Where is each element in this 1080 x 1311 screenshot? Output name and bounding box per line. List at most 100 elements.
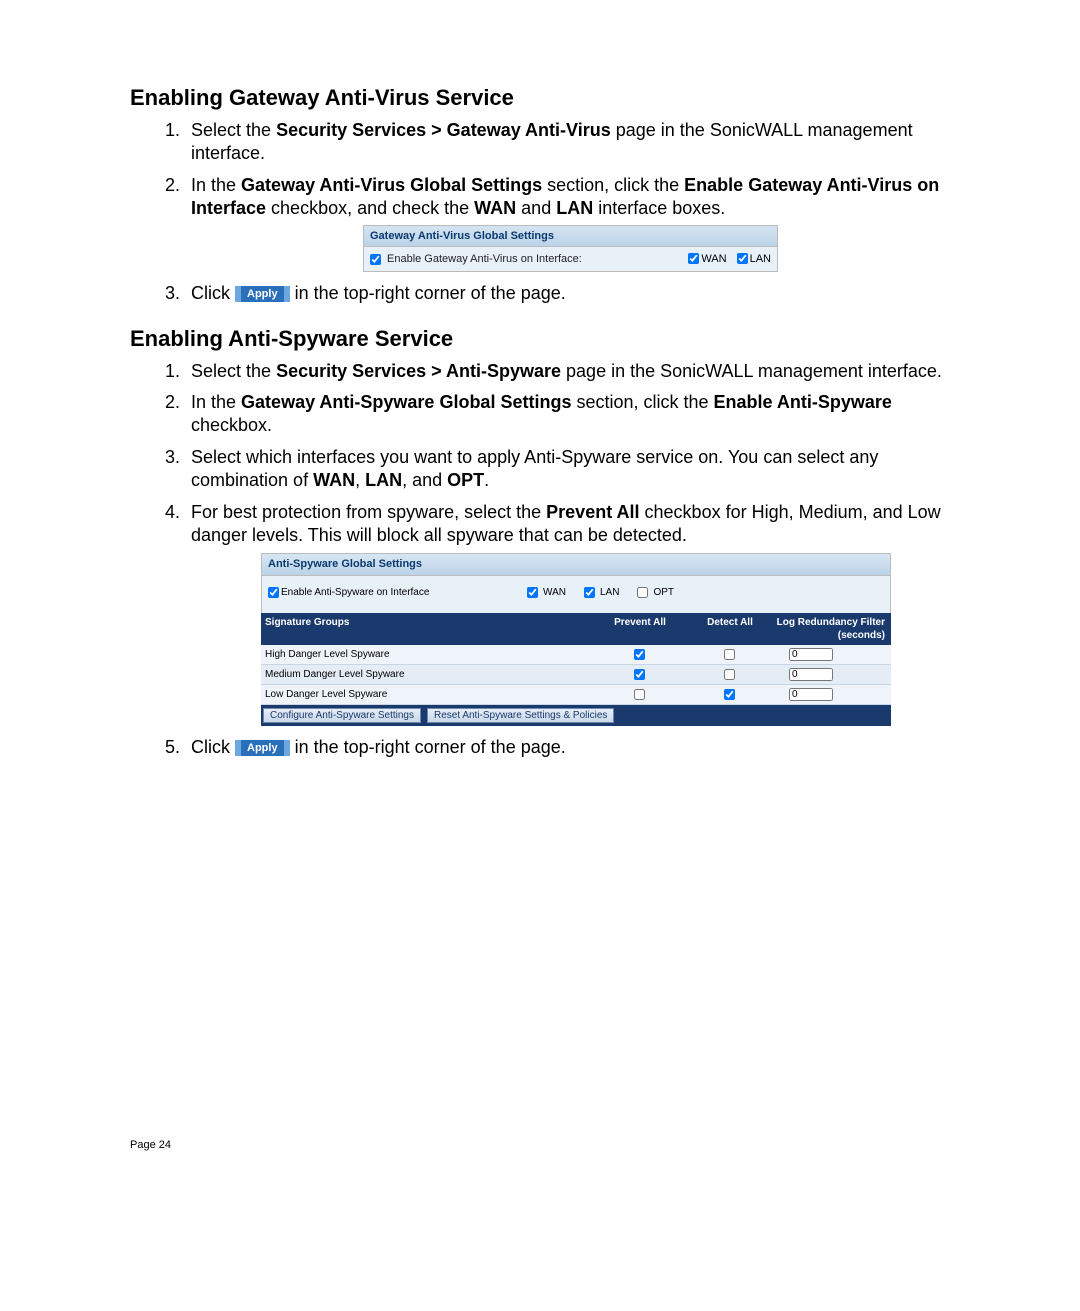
gav-wan-checkbox[interactable] xyxy=(688,253,699,264)
log-redundancy-input[interactable] xyxy=(789,668,833,681)
configure-anti-spyware-button[interactable]: Configure Anti-Spyware Settings xyxy=(263,708,421,723)
bold: Gateway Anti-Virus Global Settings xyxy=(241,175,542,195)
s2-step4: For best protection from spyware, select… xyxy=(185,501,950,726)
gav-lan-checkbox[interactable] xyxy=(737,253,748,264)
as-enable-row: Enable Anti-Spyware on Interface WAN LAN… xyxy=(261,576,891,613)
wan-label: WAN xyxy=(701,253,726,265)
bold: WAN xyxy=(313,470,355,490)
signature-group-name: Medium Danger Level Spyware xyxy=(265,668,595,681)
label: LAN xyxy=(600,586,619,599)
prevent-all-cell xyxy=(595,669,685,680)
as-wan-checkbox[interactable] xyxy=(527,587,538,598)
as-buttons-row: Configure Anti-Spyware Settings Reset An… xyxy=(261,705,891,726)
detect-all-cell xyxy=(685,649,775,660)
enable-anti-spyware-label: Enable Anti-Spyware on Interface xyxy=(281,586,429,599)
prevent-all-cell xyxy=(595,649,685,660)
as-opt[interactable]: OPT xyxy=(637,586,674,599)
detect-all-checkbox[interactable] xyxy=(724,649,735,660)
as-opt-checkbox[interactable] xyxy=(637,587,648,598)
as-table-header: Signature Groups Prevent All Detect All … xyxy=(261,613,891,645)
prevent-all-checkbox[interactable] xyxy=(634,689,645,700)
text: Click xyxy=(191,283,235,303)
s1-step1: Select the Security Services > Gateway A… xyxy=(185,119,950,166)
enable-anti-spyware-checkbox[interactable] xyxy=(268,587,279,598)
as-table-body: High Danger Level Spyware Medium Danger L… xyxy=(261,645,891,705)
s1-step3: Click Apply in the top-right corner of t… xyxy=(185,282,950,305)
text: , xyxy=(355,470,365,490)
prevent-all-cell xyxy=(595,689,685,700)
bold: LAN xyxy=(556,198,593,218)
as-lan[interactable]: LAN xyxy=(584,586,619,599)
section2-steps: Select the Security Services > Anti-Spyw… xyxy=(130,360,950,759)
text: section, click the xyxy=(571,392,713,412)
anti-spyware-global-settings-panel: Anti-Spyware Global Settings Enable Anti… xyxy=(261,553,891,725)
log-redundancy-input[interactable] xyxy=(789,688,833,701)
text: In the xyxy=(191,392,241,412)
signature-group-name: High Danger Level Spyware xyxy=(265,648,595,661)
text: Select the xyxy=(191,120,276,140)
col-prevent-all: Prevent All xyxy=(595,616,685,642)
col-detect-all: Detect All xyxy=(685,616,775,642)
detect-all-checkbox[interactable] xyxy=(724,689,735,700)
as-wan[interactable]: WAN xyxy=(527,586,566,599)
detect-all-checkbox[interactable] xyxy=(724,669,735,680)
text: checkbox. xyxy=(191,415,272,435)
enable-gav-checkbox[interactable] xyxy=(370,254,381,265)
bold: LAN xyxy=(365,470,402,490)
gav-panel-header: Gateway Anti-Virus Global Settings xyxy=(363,225,778,246)
s2-step2: In the Gateway Anti-Spyware Global Setti… xyxy=(185,391,950,438)
text: in the top-right corner of the page. xyxy=(295,737,566,757)
gav-enable-row: Enable Gateway Anti-Virus on Interface: … xyxy=(363,246,778,272)
col-signature-groups: Signature Groups xyxy=(265,616,595,642)
apply-button[interactable]: Apply xyxy=(235,286,290,302)
gav-global-settings-panel: Gateway Anti-Virus Global Settings Enabl… xyxy=(363,225,778,273)
log-redundancy-cell xyxy=(775,648,887,661)
gav-lan[interactable]: LAN xyxy=(737,252,771,266)
enable-gav-label: Enable Gateway Anti-Virus on Interface: xyxy=(387,252,582,266)
text: , and xyxy=(402,470,447,490)
gav-wan[interactable]: WAN xyxy=(688,252,726,266)
text: Click xyxy=(191,737,235,757)
prevent-all-checkbox[interactable] xyxy=(634,669,645,680)
bold: OPT xyxy=(447,470,484,490)
text: section, click the xyxy=(542,175,684,195)
bold: WAN xyxy=(474,198,516,218)
text: Select the xyxy=(191,361,276,381)
text: and xyxy=(516,198,556,218)
prevent-all-checkbox[interactable] xyxy=(634,649,645,660)
apply-button[interactable]: Apply xyxy=(235,740,290,756)
text: in the top-right corner of the page. xyxy=(295,283,566,303)
section1-title: Enabling Gateway Anti-Virus Service xyxy=(130,85,950,111)
text: . xyxy=(484,470,489,490)
text: Select which interfaces you want to appl… xyxy=(191,447,878,490)
label: OPT xyxy=(653,586,674,599)
lan-label: LAN xyxy=(750,253,771,265)
table-row: High Danger Level Spyware xyxy=(261,645,891,665)
bold: Prevent All xyxy=(546,502,639,522)
detect-all-cell xyxy=(685,669,775,680)
log-redundancy-cell xyxy=(775,688,887,701)
s1-step2: In the Gateway Anti-Virus Global Setting… xyxy=(185,174,950,272)
as-lan-checkbox[interactable] xyxy=(584,587,595,598)
detect-all-cell xyxy=(685,689,775,700)
reset-anti-spyware-button[interactable]: Reset Anti-Spyware Settings & Policies xyxy=(427,708,614,723)
bold: Security Services > Anti-Spyware xyxy=(276,361,561,381)
as-panel-header: Anti-Spyware Global Settings xyxy=(261,553,891,575)
col-log-redundancy: Log Redundancy Filter (seconds) xyxy=(775,616,887,642)
text: checkbox, and check the xyxy=(266,198,474,218)
log-redundancy-input[interactable] xyxy=(789,648,833,661)
s2-step1: Select the Security Services > Anti-Spyw… xyxy=(185,360,950,383)
page-number: Page 24 xyxy=(130,1139,950,1151)
bold-path: Security Services > Gateway Anti-Virus xyxy=(276,120,611,140)
text: page in the SonicWALL management interfa… xyxy=(561,361,942,381)
bold: Gateway Anti-Spyware Global Settings xyxy=(241,392,571,412)
signature-group-name: Low Danger Level Spyware xyxy=(265,688,595,701)
section2-title: Enabling Anti-Spyware Service xyxy=(130,326,950,352)
bold: Enable Anti-Spyware xyxy=(714,392,892,412)
table-row: Medium Danger Level Spyware xyxy=(261,665,891,685)
text: For best protection from spyware, select… xyxy=(191,502,546,522)
table-row: Low Danger Level Spyware xyxy=(261,685,891,705)
section1-steps: Select the Security Services > Gateway A… xyxy=(130,119,950,306)
text: interface boxes. xyxy=(593,198,725,218)
s2-step3: Select which interfaces you want to appl… xyxy=(185,446,950,493)
